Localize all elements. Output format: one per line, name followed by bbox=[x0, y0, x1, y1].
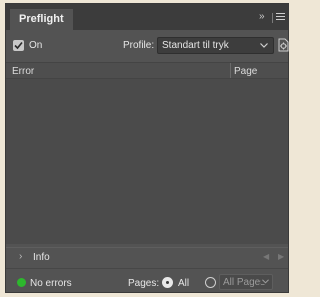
column-header-error[interactable]: Error bbox=[12, 66, 34, 77]
pages-all-label[interactable]: All bbox=[178, 278, 189, 289]
status-text: No errors bbox=[30, 278, 72, 289]
tab-preflight[interactable]: Preflight bbox=[10, 9, 73, 30]
chevron-right-icon[interactable]: › bbox=[19, 251, 22, 262]
profile-value: Standart til tryk bbox=[162, 40, 229, 51]
info-section[interactable]: › Info ◀ ▶ bbox=[6, 247, 288, 265]
collapse-panel-icon[interactable]: » bbox=[259, 11, 264, 22]
pages-label: Pages: bbox=[128, 278, 160, 289]
on-label: On bbox=[29, 40, 43, 51]
error-table-header: Error Page bbox=[6, 62, 288, 79]
next-error-icon[interactable]: ▶ bbox=[278, 252, 284, 261]
profile-dropdown[interactable]: Standart til tryk bbox=[157, 37, 274, 54]
previous-error-icon[interactable]: ◀ bbox=[263, 252, 269, 261]
chevron-down-icon bbox=[261, 279, 269, 284]
error-list[interactable] bbox=[6, 79, 288, 244]
pages-range-radio[interactable] bbox=[205, 277, 216, 288]
info-label[interactable]: Info bbox=[33, 252, 50, 263]
pages-all-radio[interactable] bbox=[162, 277, 173, 288]
page-range-dropdown[interactable]: All Pages bbox=[219, 274, 273, 290]
preflight-panel: Preflight » On Profile: Standart til try… bbox=[5, 3, 289, 293]
tab-bar-divider bbox=[272, 13, 273, 23]
column-header-page[interactable]: Page bbox=[234, 66, 257, 77]
chevron-down-icon bbox=[260, 43, 268, 48]
column-divider[interactable] bbox=[230, 63, 231, 78]
status-bar: No errors Pages: All All Pages bbox=[6, 268, 288, 294]
enable-preflight-checkbox[interactable] bbox=[13, 40, 24, 51]
status-indicator-icon bbox=[17, 278, 26, 287]
panel-tab-bar: Preflight » bbox=[6, 4, 288, 30]
hamburger-menu-icon[interactable] bbox=[276, 13, 285, 21]
checkmark-icon bbox=[14, 41, 23, 50]
define-profiles-icon[interactable] bbox=[277, 38, 289, 52]
profile-label: Profile: bbox=[123, 40, 155, 51]
page-range-value: All Pages bbox=[223, 277, 266, 288]
